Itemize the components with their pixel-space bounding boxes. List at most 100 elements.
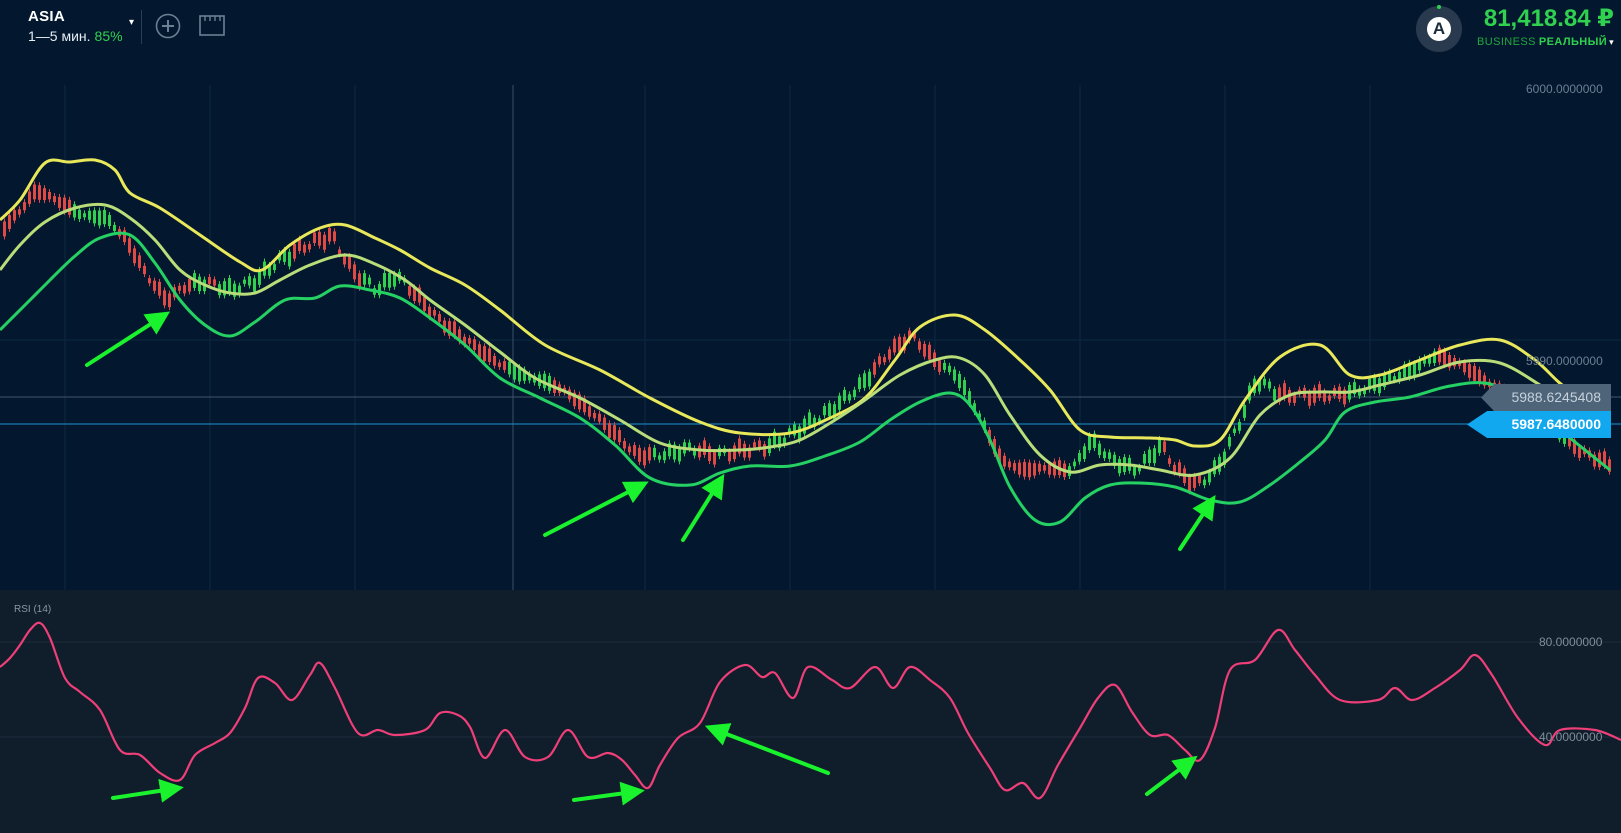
asset-dropdown-icon[interactable]: ▾ bbox=[129, 17, 134, 28]
candle-body bbox=[98, 210, 101, 226]
candle-body bbox=[1038, 463, 1041, 472]
candle-body bbox=[213, 279, 216, 286]
rsi-lower-level-label: 40.0000000 bbox=[1539, 730, 1603, 744]
account-avatar[interactable]: A bbox=[1416, 5, 1462, 52]
candle-body bbox=[1143, 454, 1146, 464]
candle-body bbox=[243, 279, 246, 284]
plus-circle-icon[interactable] bbox=[155, 13, 181, 39]
avatar-letter: A bbox=[1427, 17, 1451, 41]
candle-body bbox=[148, 278, 151, 284]
candle-body bbox=[858, 377, 861, 390]
candle-body bbox=[188, 278, 191, 292]
candle-body bbox=[33, 184, 36, 200]
candle-body bbox=[1233, 428, 1236, 434]
candle-body bbox=[943, 362, 946, 370]
candle-body bbox=[178, 285, 181, 291]
rsi-chart[interactable] bbox=[0, 590, 1621, 833]
candle-body bbox=[253, 278, 256, 292]
candle-body bbox=[408, 286, 411, 296]
candle-body bbox=[1268, 381, 1271, 389]
candle-body bbox=[938, 360, 941, 372]
account-tier: BUSINESS bbox=[1477, 36, 1536, 48]
candle-body bbox=[508, 361, 511, 375]
asset-selector[interactable]: ASIA 1—5 мин. 85% bbox=[28, 8, 123, 44]
candle-body bbox=[3, 221, 6, 237]
candle-body bbox=[388, 272, 391, 288]
candle-body bbox=[923, 343, 926, 357]
ruler-icon[interactable] bbox=[198, 14, 226, 38]
rsi-upper-level-label: 80.0000000 bbox=[1539, 635, 1603, 649]
annotation-arrow bbox=[1145, 755, 1198, 796]
annotation-arrow bbox=[572, 781, 645, 806]
candle-body bbox=[613, 425, 616, 440]
candle-body bbox=[1243, 404, 1246, 418]
candle-body bbox=[1468, 364, 1471, 378]
candle-body bbox=[808, 412, 811, 426]
candle-body bbox=[73, 204, 76, 218]
candle-body bbox=[828, 403, 831, 417]
candle-body bbox=[1198, 475, 1201, 484]
candle-body bbox=[498, 362, 501, 368]
candle-body bbox=[163, 290, 166, 306]
candle-body bbox=[488, 348, 491, 362]
candle-body bbox=[733, 445, 736, 460]
candle-body bbox=[853, 389, 856, 397]
candle-body bbox=[603, 417, 606, 430]
online-indicator bbox=[1437, 5, 1441, 9]
candle-body bbox=[838, 395, 841, 410]
candle-body bbox=[438, 314, 441, 322]
candle-body bbox=[1033, 463, 1036, 476]
candle-body bbox=[113, 224, 116, 232]
candle-body bbox=[363, 273, 366, 285]
candle-body bbox=[588, 406, 591, 417]
candle-body bbox=[313, 232, 316, 243]
price-chart[interactable] bbox=[0, 0, 1621, 590]
candle-body bbox=[1263, 378, 1266, 386]
candle-body bbox=[1073, 461, 1076, 467]
candle-body bbox=[633, 445, 636, 456]
candle-body bbox=[483, 346, 486, 362]
payout-percent: 85% bbox=[94, 28, 123, 44]
rsi-line bbox=[0, 621, 1621, 800]
rsi-indicator-label[interactable]: RSI (14) bbox=[14, 604, 51, 615]
candle-body bbox=[13, 210, 16, 221]
candle-body bbox=[1028, 462, 1031, 478]
candle-body bbox=[18, 209, 21, 215]
candle-body bbox=[153, 280, 156, 291]
candle-body bbox=[93, 210, 96, 224]
candle-body bbox=[133, 248, 136, 264]
candle-body bbox=[618, 430, 621, 443]
current-price-tag: 5987.6480000 bbox=[1467, 411, 1611, 438]
candle-body bbox=[918, 341, 921, 350]
candle-body bbox=[83, 213, 86, 218]
candle-body bbox=[1083, 446, 1086, 459]
candle-body bbox=[1008, 461, 1011, 468]
candle-body bbox=[158, 281, 161, 296]
candle-body bbox=[1328, 395, 1331, 401]
candle-body bbox=[333, 231, 336, 242]
account-dropdown-icon: ▾ bbox=[1609, 37, 1614, 47]
annotation-arrow bbox=[543, 481, 649, 537]
candle-body bbox=[643, 450, 646, 466]
candle-body bbox=[8, 215, 11, 229]
candle-body bbox=[868, 371, 871, 387]
candle-body bbox=[208, 277, 211, 285]
balance-selector[interactable]: 81,418.84 ₽ BUSINESS РЕАЛЬНЫЙ ▾ bbox=[1477, 4, 1614, 48]
candle-body bbox=[1133, 466, 1136, 476]
candle-body bbox=[1313, 387, 1316, 403]
candle-body bbox=[228, 278, 231, 293]
candle-body bbox=[303, 244, 306, 253]
candle-body bbox=[1163, 441, 1166, 452]
candle-body bbox=[168, 293, 171, 308]
candle-body bbox=[28, 191, 31, 204]
candle-body bbox=[1473, 365, 1476, 381]
candle-body bbox=[353, 264, 356, 280]
candle-body bbox=[1078, 453, 1081, 462]
candle-body bbox=[823, 406, 826, 416]
candle-body bbox=[663, 451, 666, 461]
top-bar: ASIA 1—5 мин. 85% ▾ A 81,418.84 ₽ BUSINES… bbox=[0, 0, 1621, 52]
candle-body bbox=[43, 188, 46, 201]
candle-body bbox=[888, 349, 891, 360]
candle-body bbox=[368, 277, 371, 285]
candle-body bbox=[1158, 438, 1161, 453]
